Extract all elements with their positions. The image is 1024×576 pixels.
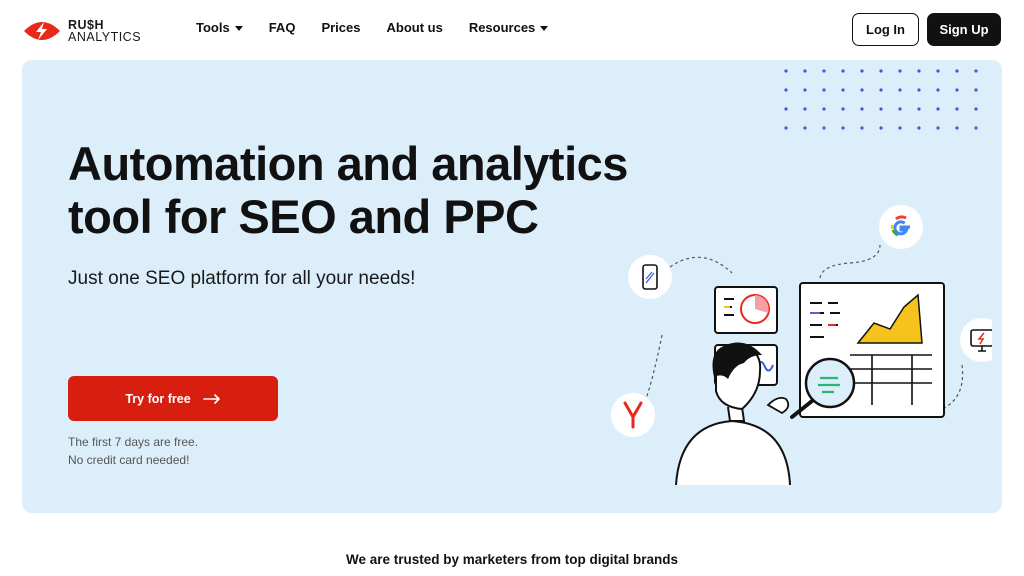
nav-resources-label: Resources xyxy=(468,20,536,35)
main-nav: Tools FAQ Prices About us Resources xyxy=(196,20,574,35)
trusted-by-heading: We are trusted by marketers from top dig… xyxy=(345,552,679,567)
hero-title-line1: Automation and analytics xyxy=(68,137,628,190)
logo[interactable]: RU$H ANALYTICS xyxy=(22,17,141,45)
login-button[interactable]: Log In xyxy=(852,13,919,46)
hero-section: Automation and analytics tool for SEO an… xyxy=(22,60,1002,513)
logo-text: RU$H ANALYTICS xyxy=(68,19,142,44)
nav-prices-label: Prices xyxy=(321,20,361,35)
try-free-label: Try for free xyxy=(125,391,191,406)
bolt-logo-icon xyxy=(24,22,60,40)
hero-title: Automation and analytics tool for SEO an… xyxy=(68,137,628,243)
nav-resources[interactable]: Resources xyxy=(468,20,549,35)
hero-illustration xyxy=(611,205,992,485)
google-icon xyxy=(879,205,923,249)
site-header: RU$H ANALYTICS Tools FAQ Prices About us… xyxy=(0,0,1024,60)
nav-tools-label: Tools xyxy=(196,20,230,35)
nav-prices[interactable]: Prices xyxy=(321,20,360,35)
trial-note: The first 7 days are free. No credit car… xyxy=(68,433,198,469)
signup-button[interactable]: Sign Up xyxy=(927,13,1001,46)
nav-about[interactable]: About us xyxy=(386,20,442,35)
nav-faq-label: FAQ xyxy=(268,20,296,35)
nav-tools[interactable]: Tools xyxy=(196,20,243,35)
try-free-button[interactable]: Try for free xyxy=(68,376,278,421)
yandex-icon xyxy=(611,393,655,437)
logo-line2: ANALYTICS xyxy=(68,30,142,44)
dot-pattern-decoration xyxy=(784,69,978,130)
nav-faq[interactable]: FAQ xyxy=(269,20,296,35)
monitor-icon xyxy=(960,318,992,362)
trial-note-line2: No credit card needed! xyxy=(68,453,190,467)
arrow-right-icon xyxy=(202,393,220,404)
hero-title-line2: tool for SEO and PPC xyxy=(68,190,539,243)
nav-about-label: About us xyxy=(386,20,443,35)
trial-note-line1: The first 7 days are free. xyxy=(68,435,199,449)
chevron-down-icon xyxy=(234,26,243,31)
phone-icon xyxy=(628,255,672,299)
chevron-down-icon xyxy=(540,26,549,31)
hero-subtitle: Just one SEO platform for all your needs… xyxy=(68,268,416,289)
